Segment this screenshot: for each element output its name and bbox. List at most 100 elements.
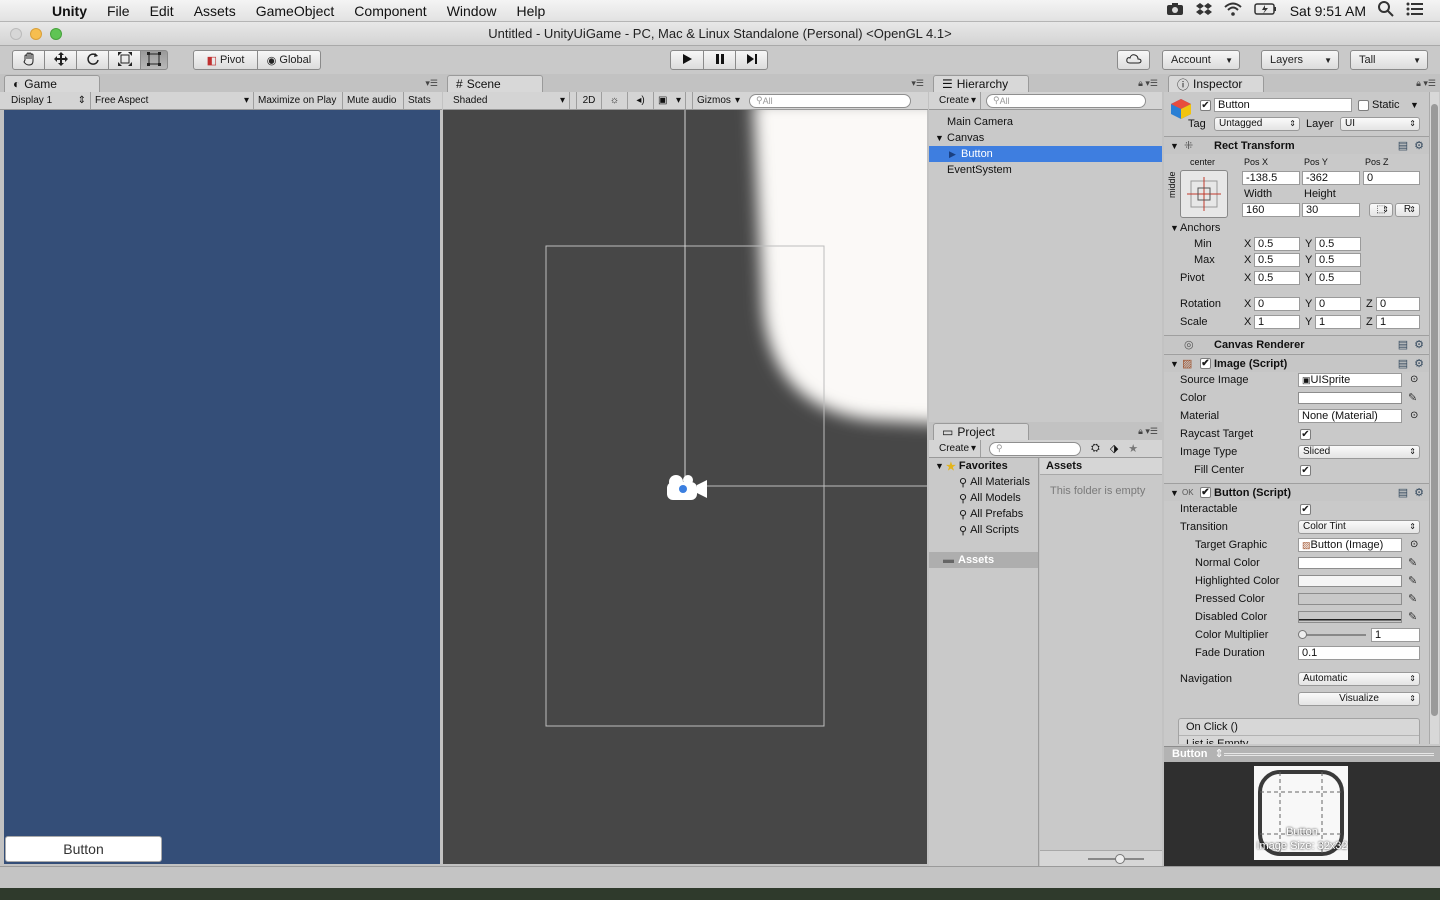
highlighted-color-swatch[interactable] [1298,575,1402,587]
eyedropper-icon[interactable]: ✎ [1408,390,1417,406]
gizmos-dropdown[interactable]: Gizmos ▾ [692,92,744,109]
eyedropper-icon[interactable]: ✎ [1408,573,1417,589]
slider-knob[interactable] [1298,630,1307,639]
hierarchy-item-canvas[interactable]: ▼ Canvas [929,130,1162,146]
object-picker-icon[interactable]: ⊙ [1410,408,1418,424]
pivot-toggle[interactable]: ◧ Pivot [193,50,258,70]
pivot-y-input[interactable]: 0.5 [1315,271,1361,285]
normal-color-swatch[interactable] [1298,557,1402,569]
assets-folder[interactable]: ▬ Assets [929,552,1038,568]
gear-icon[interactable]: ⚙ [1414,336,1424,354]
interactable-checkbox[interactable]: ✔ [1300,504,1311,515]
slider-knob[interactable] [1115,854,1125,864]
game-viewport[interactable]: Button [4,110,440,864]
color-multiplier-input[interactable]: 1 [1371,628,1420,642]
canvas-renderer-header[interactable]: ◎ Canvas Renderer ▤ ⚙ [1164,335,1430,353]
pressed-color-swatch[interactable] [1298,593,1402,605]
help-book-icon[interactable]: ▤ [1398,137,1408,155]
rotation-y-input[interactable]: 0 [1315,297,1361,311]
rect-tool-button[interactable] [140,50,168,70]
filter-by-type-icon[interactable]: ⛭ [1091,442,1100,455]
anchors-foldout[interactable]: ▼ Anchors [1164,220,1430,236]
raycast-checkbox[interactable]: ✔ [1300,429,1311,440]
preview-header[interactable]: Button ⇕ [1164,746,1440,762]
transition-dropdown[interactable]: Color Tint [1298,520,1420,534]
window-close-button[interactable] [10,28,22,40]
raw-edit-button[interactable]: R [1395,203,1420,217]
scrollbar-thumb[interactable] [1431,104,1438,716]
object-picker-icon[interactable]: ⊙ [1410,372,1418,388]
camera-icon[interactable] [1166,2,1184,19]
collapsed-triangle-icon[interactable]: ▶ [949,149,961,160]
eyedropper-icon[interactable]: ✎ [1408,609,1417,625]
collab-cloud-button[interactable] [1117,50,1150,70]
panel-menu-icon[interactable]: ▾☰ [425,78,438,89]
menu-assets[interactable]: Assets [184,3,246,19]
button-enabled-checkbox[interactable]: ✔ [1200,487,1211,498]
menu-edit[interactable]: Edit [140,3,184,19]
preview-drag-handle[interactable] [1224,753,1434,756]
menu-gameobject[interactable]: GameObject [246,3,345,19]
posz-input[interactable]: 0 [1363,171,1420,185]
favorite-all-materials[interactable]: ⚲ All Materials [929,474,1038,490]
account-dropdown[interactable]: Account ▼ [1162,50,1240,70]
scene-search-input[interactable]: ⚲ All [749,93,911,108]
tab-hierarchy[interactable]: ☰ Hierarchy [933,75,1029,92]
audio-toggle[interactable]: ◂) [628,92,654,109]
favorite-all-prefabs[interactable]: ⚲ All Prefabs [929,506,1038,522]
anchor-max-x-input[interactable]: 0.5 [1254,253,1300,267]
expand-triangle-icon[interactable]: ▼ [935,461,946,471]
hierarchy-item-main-camera[interactable]: Main Camera [929,114,1162,130]
effects-dropdown[interactable]: ▣ ▾ [654,92,686,109]
hand-tool-button[interactable] [12,50,45,70]
foldout-triangle-icon[interactable]: ▼ [1170,484,1179,502]
object-name-input[interactable]: Button [1214,98,1352,112]
active-checkbox[interactable]: ✔ [1200,100,1211,111]
help-book-icon[interactable]: ▤ [1398,336,1408,354]
tab-scene[interactable]: # Scene [447,75,543,92]
fade-duration-input[interactable]: 0.1 [1298,646,1420,660]
step-button[interactable] [735,50,768,70]
favorite-star-icon[interactable]: ★ [1128,442,1138,455]
blueprint-mode-button[interactable]: ⬚ [1369,203,1393,217]
inspector-scrollbar[interactable] [1429,92,1439,744]
window-minimize-button[interactable] [30,28,42,40]
hierarchy-item-button[interactable]: ▶ Button [929,146,1162,162]
expand-triangle-icon[interactable]: ▼ [935,133,947,143]
color-multiplier-slider[interactable] [1300,634,1366,636]
scale-z-input[interactable]: 1 [1376,315,1420,329]
menu-component[interactable]: Component [344,3,436,19]
scale-tool-button[interactable] [108,50,141,70]
favorites-folder[interactable]: ▼ ★ Favorites [929,458,1038,474]
maximize-on-play-toggle[interactable]: Maximize on Play [254,92,343,109]
layout-dropdown[interactable]: Tall ▼ [1350,50,1428,70]
help-book-icon[interactable]: ▤ [1398,355,1408,373]
navigation-dropdown[interactable]: Automatic [1298,672,1420,686]
anchor-min-x-input[interactable]: 0.5 [1254,237,1300,251]
dropbox-icon[interactable] [1195,2,1212,19]
foldout-triangle-icon[interactable]: ▼ [1170,355,1179,373]
anchor-max-y-input[interactable]: 0.5 [1315,253,1361,267]
wifi-icon[interactable] [1224,2,1242,19]
tag-dropdown[interactable]: Untagged [1214,117,1300,131]
battery-icon[interactable] [1253,2,1278,19]
favorite-all-scripts[interactable]: ⚲ All Scripts [929,522,1038,538]
gear-icon[interactable]: ⚙ [1414,484,1424,502]
display-dropdown[interactable]: Display 1 ⇕ [0,92,91,109]
image-component-header[interactable]: ▼ ▨ ✔ Image (Script) ▤ ⚙ [1164,354,1430,372]
fill-center-checkbox[interactable]: ✔ [1300,465,1311,476]
rotate-tool-button[interactable] [76,50,109,70]
panel-menu-icon[interactable]: ▾☰ [911,78,924,89]
camera-gizmo-icon[interactable] [667,475,707,500]
foldout-triangle-icon[interactable]: ▼ [1170,220,1179,236]
game-ui-button[interactable]: Button [5,836,162,862]
gear-icon[interactable]: ⚙ [1414,137,1424,155]
rotation-z-input[interactable]: 0 [1376,297,1420,311]
global-toggle[interactable]: ◉ Global [257,50,321,70]
object-picker-icon[interactable]: ⊙ [1410,537,1418,553]
hierarchy-search-input[interactable]: ⚲ All [986,93,1146,108]
tab-project[interactable]: ▭ Project [933,423,1029,440]
stats-toggle[interactable]: Stats [404,92,435,109]
hierarchy-item-eventsystem[interactable]: EventSystem [929,162,1162,178]
move-tool-button[interactable] [44,50,77,70]
